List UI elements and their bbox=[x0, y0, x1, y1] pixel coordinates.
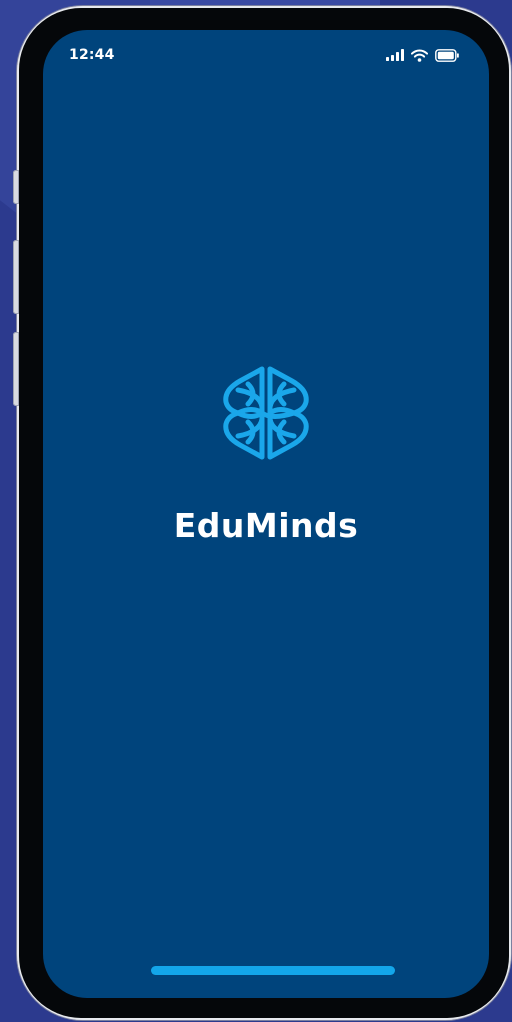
app-name: EduMinds bbox=[173, 506, 359, 545]
status-time: 12:44 bbox=[69, 47, 115, 63]
splash-logo: EduMinds bbox=[43, 364, 489, 545]
home-indicator[interactable] bbox=[151, 966, 395, 975]
status-bar: 12:44 bbox=[43, 30, 489, 82]
splash-screen: 12:44 EduMinds bbox=[43, 30, 489, 998]
status-icons bbox=[386, 48, 459, 62]
signal-icon bbox=[386, 49, 404, 61]
battery-icon bbox=[435, 48, 459, 62]
wifi-icon bbox=[411, 49, 428, 62]
brain-knot-icon bbox=[223, 366, 309, 460]
